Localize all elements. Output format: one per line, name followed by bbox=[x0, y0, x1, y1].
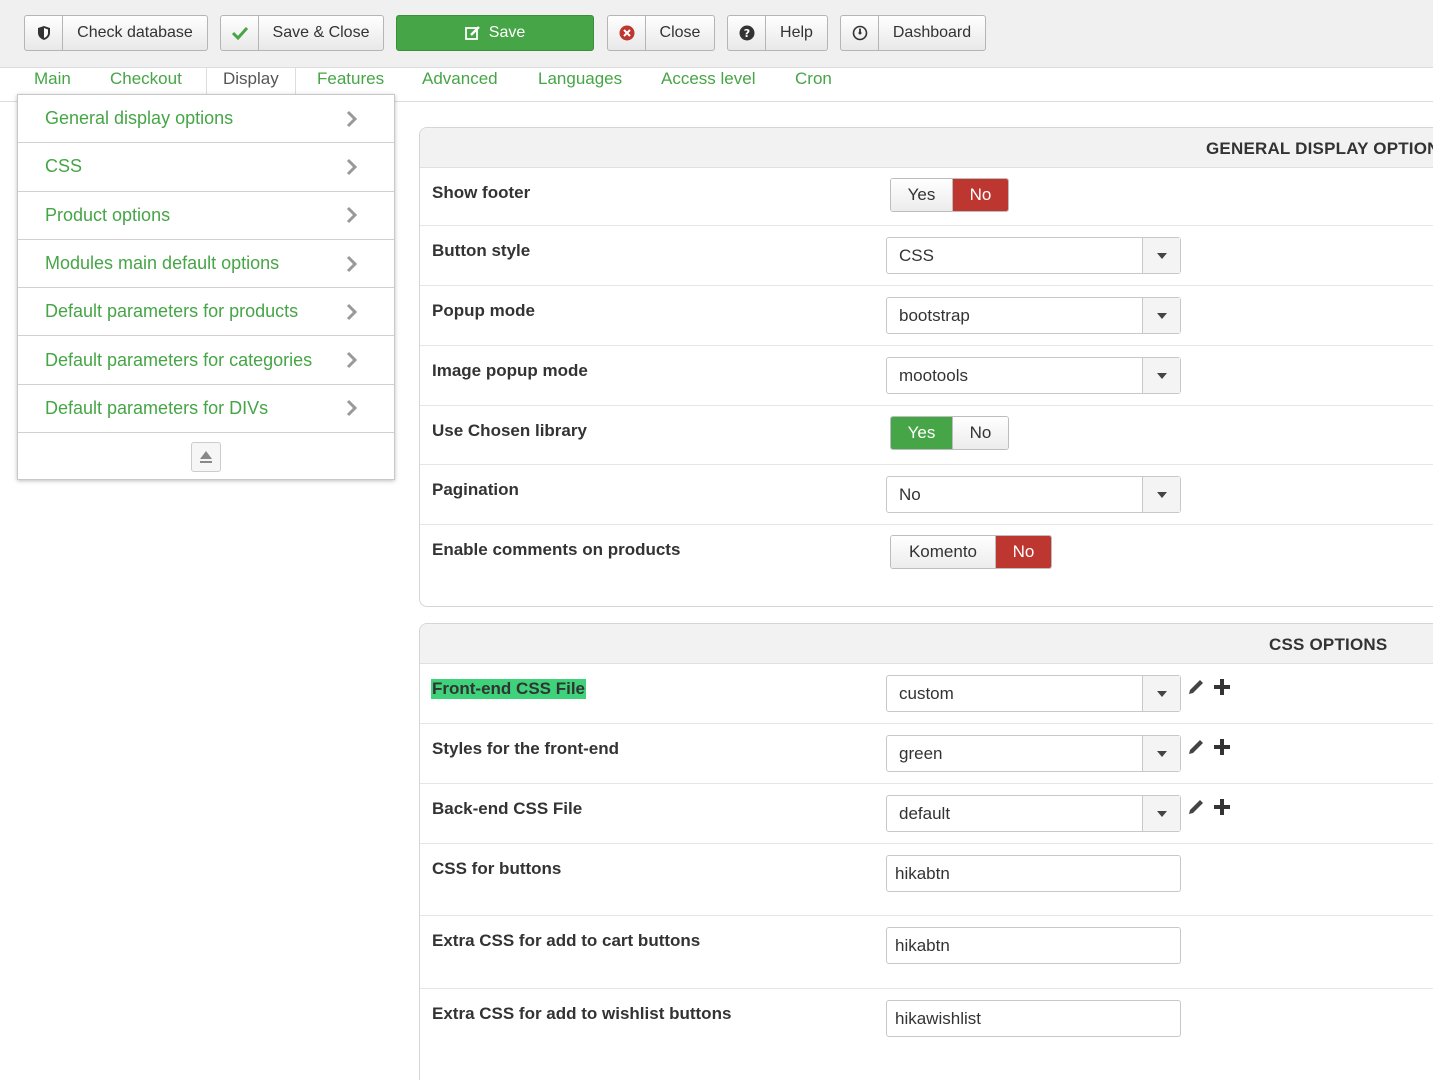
pagination-row: Pagination No bbox=[420, 465, 1433, 525]
comments-row: Enable comments on products Komento No bbox=[420, 525, 1433, 605]
popup-mode-select[interactable]: bootstrap bbox=[886, 297, 1181, 334]
frontend-css-row: Front-end CSS File custom bbox=[420, 664, 1433, 724]
use-chosen-toggle: Yes No bbox=[890, 416, 1009, 450]
frontend-css-select[interactable]: custom bbox=[886, 675, 1181, 712]
check-icon bbox=[221, 16, 259, 50]
caret-down-icon bbox=[1142, 298, 1180, 333]
menu-item-category-defaults[interactable]: Default parameters for categories bbox=[18, 336, 394, 385]
backend-css-row: Back-end CSS File default bbox=[420, 784, 1433, 844]
extra-wishlist-row: Extra CSS for add to wishlist buttons bbox=[420, 989, 1433, 1080]
frontend-styles-row: Styles for the front-end green bbox=[420, 724, 1433, 784]
chevron-right-icon bbox=[346, 400, 358, 417]
tab-access-level[interactable]: Access level bbox=[661, 68, 755, 102]
css-options-panel: CSS OPTIONS Front-end CSS File custom St… bbox=[419, 623, 1433, 1080]
button-style-select[interactable]: CSS bbox=[886, 237, 1181, 274]
tab-cron[interactable]: Cron bbox=[795, 68, 832, 102]
plus-icon[interactable] bbox=[1212, 677, 1232, 697]
shield-icon bbox=[25, 16, 63, 50]
tab-languages[interactable]: Languages bbox=[538, 68, 622, 102]
general-display-panel: GENERAL DISPLAY OPTIONS Show footer Yes … bbox=[419, 127, 1433, 607]
caret-down-icon bbox=[1142, 358, 1180, 393]
toolbar: Check database Save & Close Save Close ?… bbox=[0, 0, 1433, 68]
comments-no[interactable]: No bbox=[995, 536, 1051, 568]
menu-item-modules-defaults[interactable]: Modules main default options bbox=[18, 240, 394, 289]
menu-item-div-defaults[interactable]: Default parameters for DIVs bbox=[18, 385, 394, 434]
frontend-styles-select[interactable]: green bbox=[886, 735, 1181, 772]
css-buttons-row: CSS for buttons bbox=[420, 844, 1433, 916]
eject-icon bbox=[200, 451, 212, 464]
extra-wishlist-input[interactable] bbox=[886, 1000, 1181, 1037]
button-style-row: Button style CSS bbox=[420, 226, 1433, 286]
close-icon bbox=[608, 16, 646, 50]
save-close-button[interactable]: Save & Close bbox=[220, 15, 384, 51]
show-footer-toggle: Yes No bbox=[890, 178, 1009, 212]
popup-mode-row: Popup mode bootstrap bbox=[420, 286, 1433, 346]
use-chosen-no[interactable]: No bbox=[952, 417, 1008, 449]
chevron-right-icon bbox=[346, 207, 358, 224]
save-button[interactable]: Save bbox=[396, 15, 594, 51]
comments-komento[interactable]: Komento bbox=[891, 536, 995, 568]
side-menu: General display options CSS Product opti… bbox=[17, 94, 395, 480]
extra-cart-input[interactable] bbox=[886, 927, 1181, 964]
css-buttons-input[interactable] bbox=[886, 855, 1181, 892]
svg-text:?: ? bbox=[743, 27, 749, 40]
chevron-right-icon bbox=[346, 352, 358, 369]
caret-down-icon bbox=[1142, 736, 1180, 771]
check-database-button[interactable]: Check database bbox=[24, 15, 208, 51]
pencil-icon[interactable] bbox=[1186, 797, 1206, 817]
menu-item-product-defaults[interactable]: Default parameters for products bbox=[18, 288, 394, 337]
menu-footer bbox=[18, 433, 394, 481]
caret-down-icon bbox=[1142, 676, 1180, 711]
close-button[interactable]: Close bbox=[607, 15, 715, 51]
css-options-title: CSS OPTIONS bbox=[1269, 635, 1388, 654]
help-button[interactable]: ? Help bbox=[727, 15, 828, 51]
use-chosen-yes[interactable]: Yes bbox=[891, 417, 952, 449]
use-chosen-row: Use Chosen library Yes No bbox=[420, 406, 1433, 465]
caret-down-icon bbox=[1142, 477, 1180, 512]
comments-toggle: Komento No bbox=[890, 535, 1052, 569]
caret-down-icon bbox=[1142, 238, 1180, 273]
chevron-right-icon bbox=[346, 158, 358, 175]
dashboard-icon bbox=[841, 16, 879, 50]
dashboard-button[interactable]: Dashboard bbox=[840, 15, 986, 51]
menu-item-product-options[interactable]: Product options bbox=[18, 192, 394, 240]
pencil-icon[interactable] bbox=[1186, 737, 1206, 757]
menu-item-css[interactable]: CSS bbox=[18, 143, 394, 192]
pencil-icon[interactable] bbox=[1186, 677, 1206, 697]
chevron-right-icon bbox=[346, 255, 358, 272]
chevron-right-icon bbox=[346, 110, 358, 127]
tab-advanced[interactable]: Advanced bbox=[422, 68, 498, 102]
extra-cart-row: Extra CSS for add to cart buttons bbox=[420, 916, 1433, 989]
menu-item-general-display[interactable]: General display options bbox=[18, 95, 394, 144]
image-popup-mode-select[interactable]: mootools bbox=[886, 357, 1181, 394]
pagination-select[interactable]: No bbox=[886, 476, 1181, 513]
backend-css-select[interactable]: default bbox=[886, 795, 1181, 832]
plus-icon[interactable] bbox=[1212, 737, 1232, 757]
show-footer-no[interactable]: No bbox=[952, 179, 1008, 211]
question-icon: ? bbox=[728, 16, 766, 50]
image-popup-mode-row: Image popup mode mootools bbox=[420, 346, 1433, 406]
show-footer-yes[interactable]: Yes bbox=[891, 179, 952, 211]
edit-icon bbox=[464, 25, 481, 41]
caret-down-icon bbox=[1142, 796, 1180, 831]
chevron-right-icon bbox=[346, 303, 358, 320]
plus-icon[interactable] bbox=[1212, 797, 1232, 817]
collapse-menu-button[interactable] bbox=[191, 442, 221, 473]
show-footer-row: Show footer Yes No bbox=[420, 168, 1433, 226]
general-display-title: GENERAL DISPLAY OPTIONS bbox=[1206, 139, 1433, 158]
